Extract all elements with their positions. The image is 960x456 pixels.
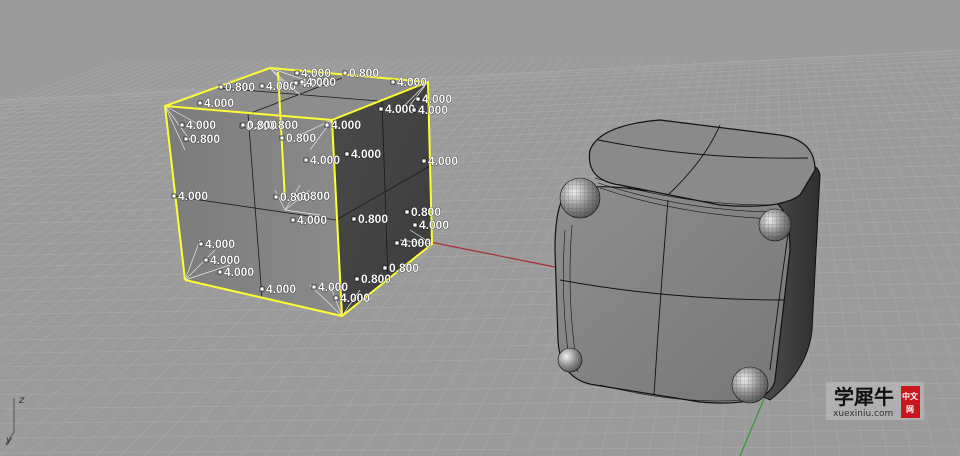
fillet-control-point[interactable]	[378, 106, 384, 112]
fillet-radius-label[interactable]: 0.800	[286, 131, 317, 146]
fillet-control-point[interactable]	[273, 194, 279, 200]
fillet-radius-label[interactable]: 0.800	[225, 80, 256, 95]
fillet-control-point[interactable]	[421, 158, 427, 164]
fillet-control-point[interactable]	[203, 257, 209, 263]
fillet-control-point[interactable]	[299, 79, 305, 85]
fillet-radius-label[interactable]: 4.000	[186, 118, 217, 133]
fillet-control-point[interactable]	[324, 122, 330, 128]
fillet-control-point[interactable]	[290, 217, 296, 223]
fillet-radius-label[interactable]: 4.000	[340, 291, 371, 306]
fillet-radius-label[interactable]: 4.000	[419, 218, 450, 233]
filleted-cube[interactable]	[554, 119, 821, 404]
axis-z-label: z	[18, 395, 25, 406]
fillet-control-point[interactable]	[382, 265, 388, 271]
fillet-control-point[interactable]	[183, 136, 189, 142]
fillet-control-point[interactable]	[217, 269, 223, 275]
fillet-control-point[interactable]	[294, 70, 300, 76]
fillet-radius-label[interactable]: 4.000	[306, 75, 337, 90]
fillet-radius-label[interactable]: 0.800	[349, 66, 380, 81]
selected-cube[interactable]: 0.800 4.0000.8004.0004.0004.0000.8004.000…	[163, 66, 459, 318]
world-axis-icon: z y	[5, 395, 25, 446]
corner-blend-2-mesh	[759, 209, 791, 241]
fillet-radius-label[interactable]: 4.000	[297, 213, 328, 228]
fillet-radius-label[interactable]: 4.000	[266, 282, 297, 297]
fillet-radius-label[interactable]: 4.000	[351, 147, 382, 162]
perspective-viewport[interactable]: 0.800 4.000 0.800 4.000 4.000 4.000 0.800 4.000…	[0, 0, 960, 456]
corner-blend-3-mesh	[732, 367, 768, 403]
fillet-radius-label[interactable]: 4.000	[310, 153, 341, 168]
fillet-control-point[interactable]	[198, 241, 204, 247]
fillet-radius-label[interactable]: 0.800	[190, 132, 221, 147]
fillet-control-point[interactable]	[279, 135, 285, 141]
watermark-url: xuexiniu.com	[833, 409, 893, 419]
watermark-badge-bottom: 网	[906, 405, 914, 414]
axis-y-label: y	[5, 435, 13, 446]
watermark-badge-top: 中文	[902, 391, 919, 401]
fillet-radius-label[interactable]: 4.000	[397, 75, 428, 90]
fillet-radius-label[interactable]: 0.800	[411, 205, 442, 220]
fillet-radius-label[interactable]: 0.800	[389, 261, 420, 276]
fillet-control-point[interactable]	[259, 286, 265, 292]
fillet-control-point[interactable]	[411, 107, 417, 113]
fillet-radius-label[interactable]: 4.000	[266, 79, 297, 94]
fillet-radius-label[interactable]: 4.000	[224, 265, 255, 280]
fillet-control-point[interactable]	[390, 79, 396, 85]
fillet-control-point[interactable]	[171, 193, 177, 199]
fillet-radius-label[interactable]: 4.000	[204, 96, 235, 111]
fillet-control-point[interactable]	[404, 209, 410, 215]
fillet-radius-label[interactable]: 4.000	[428, 154, 459, 169]
fillet-control-point[interactable]	[218, 84, 224, 90]
fillet-radius-label[interactable]: 0.800	[358, 212, 389, 227]
corner-blend-4	[557, 347, 583, 373]
fillet-radius-label[interactable]: 4.000	[385, 102, 416, 117]
fillet-radius-label[interactable]: 4.000	[205, 237, 236, 252]
fillet-radius-label[interactable]: 0.800	[280, 190, 311, 205]
fillet-radius-label[interactable]: 4.000	[401, 236, 432, 251]
fillet-radius-label[interactable]: 4.000	[418, 103, 449, 118]
fillet-control-point[interactable]	[259, 83, 265, 89]
fillet-radius-label[interactable]: 4.000	[178, 189, 209, 204]
fillet-control-point[interactable]	[293, 80, 299, 86]
fillet-control-point[interactable]	[415, 96, 421, 102]
watermark-logo: 学犀牛 xuexiniu.com 中文 网	[826, 382, 924, 420]
fillet-control-point[interactable]	[351, 216, 357, 222]
fillet-control-point[interactable]	[344, 151, 350, 157]
fillet-radius-label[interactable]: 0.800	[247, 118, 278, 133]
fillet-radius-label[interactable]: 4.000	[331, 118, 362, 133]
fillet-control-point[interactable]	[179, 122, 185, 128]
fillet-control-point[interactable]	[303, 157, 309, 163]
fillet-control-point[interactable]	[333, 295, 339, 301]
fillet-radius-label[interactable]: 0.800	[361, 272, 392, 287]
fillet-control-point[interactable]	[342, 70, 348, 76]
watermark-title: 学犀牛	[834, 385, 894, 409]
scene-canvas[interactable]: 0.800 4.0000.8004.0004.0004.0000.8004.000…	[0, 0, 960, 456]
fillet-control-point[interactable]	[394, 240, 400, 246]
corner-blend-1-mesh	[560, 178, 600, 218]
fillet-control-point[interactable]	[240, 122, 246, 128]
fillet-control-point[interactable]	[311, 284, 317, 290]
fillet-control-point[interactable]	[354, 276, 360, 282]
fillet-control-point[interactable]	[412, 222, 418, 228]
fillet-control-point[interactable]	[197, 100, 203, 106]
